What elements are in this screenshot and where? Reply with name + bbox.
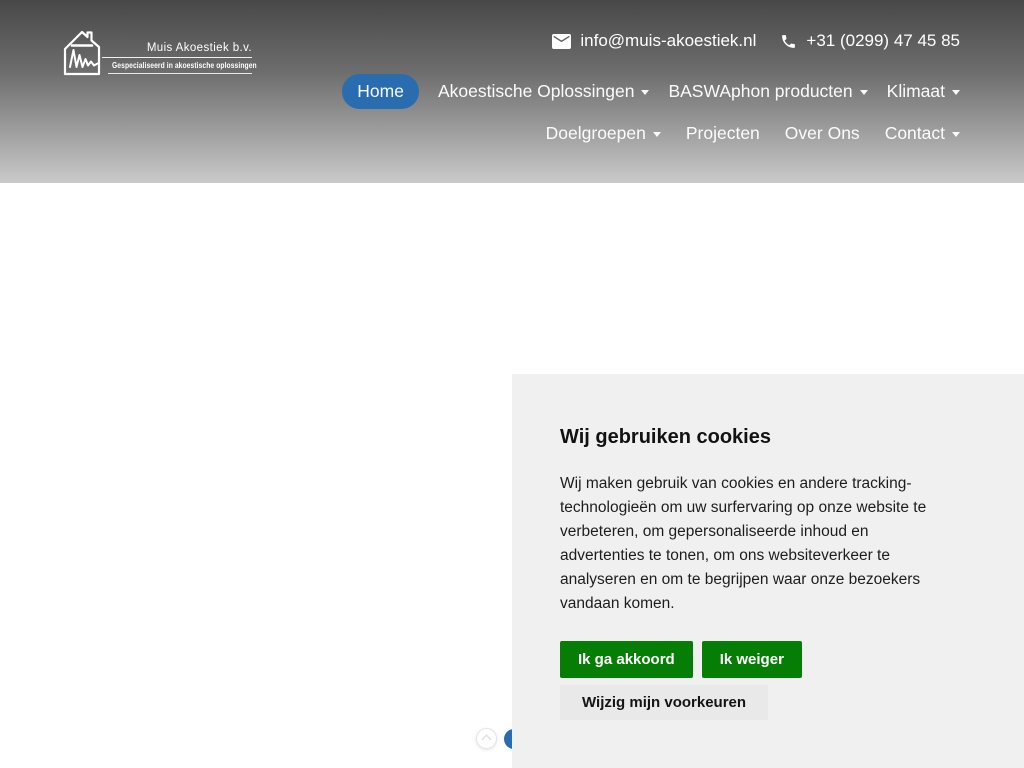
header-contact-row: info@muis-akoestiek.nl +31 (0299) 47 45 … bbox=[552, 31, 960, 51]
page: Muis Akoestiek b.v. Gespecialiseerd in a… bbox=[0, 0, 1024, 768]
chevron-down-icon bbox=[653, 132, 661, 137]
nav-item-akoestische-oplossingen[interactable]: Akoestische Oplossingen bbox=[438, 81, 650, 102]
chevron-down-icon bbox=[952, 90, 960, 95]
cookie-title: Wij gebruiken cookies bbox=[560, 426, 962, 449]
carousel-dot-inactive[interactable] bbox=[476, 728, 497, 749]
main-nav-row-1: Home Akoestische Oplossingen BASWAphon p… bbox=[342, 72, 960, 110]
brand-name: Muis Akoestiek b.v. bbox=[102, 42, 252, 54]
accept-cookies-button[interactable]: Ik ga akkoord bbox=[560, 641, 693, 678]
nav-item-home[interactable]: Home bbox=[342, 74, 419, 109]
nav-label: Projecten bbox=[686, 123, 760, 144]
cookie-button-row: Ik ga akkoord Ik weiger bbox=[560, 641, 962, 678]
envelope-icon bbox=[552, 34, 571, 49]
chevron-down-icon bbox=[860, 90, 868, 95]
brand-tagline: Gespecialiseerd in akoestische oplossing… bbox=[112, 61, 246, 70]
cookie-body-text: Wij maken gebruik van cookies en andere … bbox=[560, 472, 954, 616]
nav-label: Doelgroepen bbox=[546, 123, 646, 144]
company-logo[interactable]: Muis Akoestiek b.v. Gespecialiseerd in a… bbox=[62, 28, 252, 80]
nav-label: Over Ons bbox=[785, 123, 860, 144]
phone-text: +31 (0299) 47 45 85 bbox=[806, 31, 960, 51]
nav-item-klimaat[interactable]: Klimaat bbox=[887, 81, 960, 102]
site-header: Muis Akoestiek b.v. Gespecialiseerd in a… bbox=[0, 0, 1024, 183]
logo-divider-line bbox=[102, 57, 252, 58]
chevron-down-icon bbox=[641, 90, 649, 95]
phone-link[interactable]: +31 (0299) 47 45 85 bbox=[780, 31, 960, 51]
cookie-consent-panel: Wij gebruiken cookies Wij maken gebruik … bbox=[512, 374, 1024, 768]
main-nav-row-2: Doelgroepen Projecten Over Ons Contact bbox=[546, 117, 960, 149]
nav-label: Akoestische Oplossingen bbox=[438, 81, 635, 102]
email-text: info@muis-akoestiek.nl bbox=[580, 31, 756, 51]
nav-item-contact[interactable]: Contact bbox=[885, 123, 960, 144]
chevron-down-icon bbox=[952, 132, 960, 137]
nav-item-doelgroepen[interactable]: Doelgroepen bbox=[546, 123, 661, 144]
nav-label: BASWAphon producten bbox=[668, 81, 852, 102]
nav-item-projecten[interactable]: Projecten bbox=[686, 123, 760, 144]
logo-underline bbox=[108, 73, 252, 74]
email-link[interactable]: info@muis-akoestiek.nl bbox=[552, 31, 756, 51]
nav-label: Contact bbox=[885, 123, 945, 144]
phone-icon bbox=[780, 33, 797, 50]
chevron-up-icon bbox=[482, 735, 492, 745]
house-soundwave-icon bbox=[62, 28, 102, 78]
deny-cookies-button[interactable]: Ik weiger bbox=[702, 641, 802, 678]
nav-item-baswaphon-producten[interactable]: BASWAphon producten bbox=[668, 81, 867, 102]
nav-label: Home bbox=[357, 81, 404, 102]
nav-item-over-ons[interactable]: Over Ons bbox=[785, 123, 860, 144]
nav-label: Klimaat bbox=[887, 81, 945, 102]
cookie-preferences-button[interactable]: Wijzig mijn voorkeuren bbox=[560, 685, 768, 720]
